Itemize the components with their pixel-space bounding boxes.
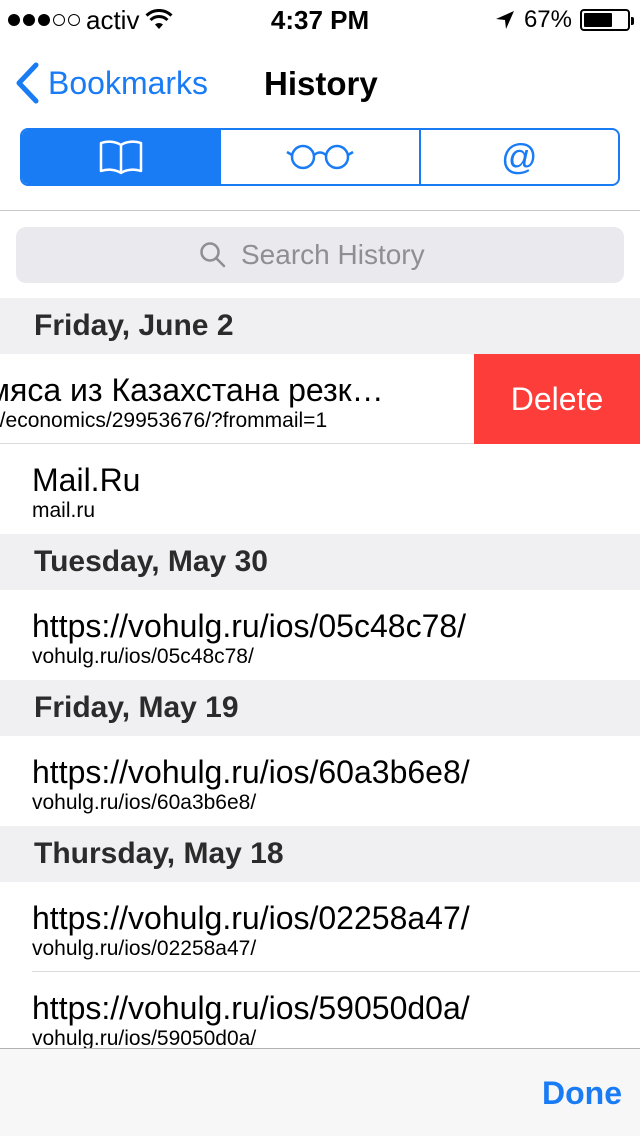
navigation-bar: Bookmarks History <box>0 40 640 128</box>
history-row-title: Mail.Ru <box>32 462 141 498</box>
status-right: 67% <box>494 6 634 34</box>
history-row-url: vohulg.ru/ios/59050d0a/ <box>32 1027 257 1048</box>
location-arrow-icon <box>495 11 514 29</box>
section-header: Friday, May 19 <box>0 680 640 736</box>
history-row-url: mail.ru <box>32 499 96 522</box>
history-row-url: vohulg.ru/ios/60a3b6e8/ <box>32 791 257 814</box>
history-row-url: u/economics/29953676/?frommail=1 <box>0 409 328 432</box>
delete-button[interactable]: Delete <box>474 354 640 444</box>
section-header: Thursday, May 18 <box>0 826 640 882</box>
tab-reading-list[interactable] <box>221 130 421 184</box>
page-title: History <box>264 65 378 102</box>
status-bar: activ 4:37 PM 67% <box>0 0 640 40</box>
history-row[interactable]: Mail.Ru mail.ru <box>0 444 640 534</box>
history-row-title: мяса из Казахстана резк… <box>0 372 384 408</box>
at-sign-icon: @ <box>501 136 538 177</box>
battery-percent: 67% <box>523 6 572 33</box>
history-row[interactable]: https://vohulg.ru/ios/59050d0a/ vohulg.r… <box>0 972 640 1048</box>
history-row-title: https://vohulg.ru/ios/02258a47/ <box>32 900 470 936</box>
search-icon <box>200 242 226 268</box>
history-row-title: https://vohulg.ru/ios/59050d0a/ <box>32 990 470 1026</box>
search-bar[interactable] <box>16 227 624 283</box>
reading-glasses-icon <box>286 144 354 170</box>
search-area <box>0 211 640 298</box>
history-row[interactable]: https://vohulg.ru/ios/02258a47/ vohulg.r… <box>0 882 640 972</box>
tab-bookmarks[interactable] <box>22 130 222 184</box>
back-button-label: Bookmarks <box>48 65 209 101</box>
history-row-title: https://vohulg.ru/ios/05c48c78/ <box>32 608 467 644</box>
history-row[interactable]: https://vohulg.ru/ios/60a3b6e8/ vohulg.r… <box>0 736 640 826</box>
history-row-url: vohulg.ru/ios/05c48c78/ <box>32 645 254 668</box>
book-icon <box>99 140 142 175</box>
tab-shared-links[interactable]: @ <box>421 130 618 184</box>
search-input[interactable] <box>241 239 441 271</box>
history-row[interactable]: мяса из Казахстана резк… u/economics/299… <box>0 354 640 444</box>
history-row-url: vohulg.ru/ios/02258a47/ <box>32 937 257 960</box>
history-list: Friday, June 2 мяса из Казахстана резк… … <box>0 298 640 1048</box>
back-button[interactable]: Bookmarks <box>14 62 208 104</box>
chevron-left-icon <box>16 62 39 104</box>
battery-level <box>584 13 613 27</box>
section-header: Tuesday, May 30 <box>0 534 640 590</box>
history-row[interactable]: https://vohulg.ru/ios/05c48c78/ vohulg.r… <box>0 590 640 680</box>
done-button[interactable]: Done <box>542 1073 622 1113</box>
bottom-toolbar: Done <box>0 1048 640 1136</box>
bookmarks-segmented-control: @ <box>20 128 620 186</box>
history-row-title: https://vohulg.ru/ios/60a3b6e8/ <box>32 754 470 790</box>
battery-icon <box>580 9 634 31</box>
section-header: Friday, June 2 <box>0 298 640 354</box>
